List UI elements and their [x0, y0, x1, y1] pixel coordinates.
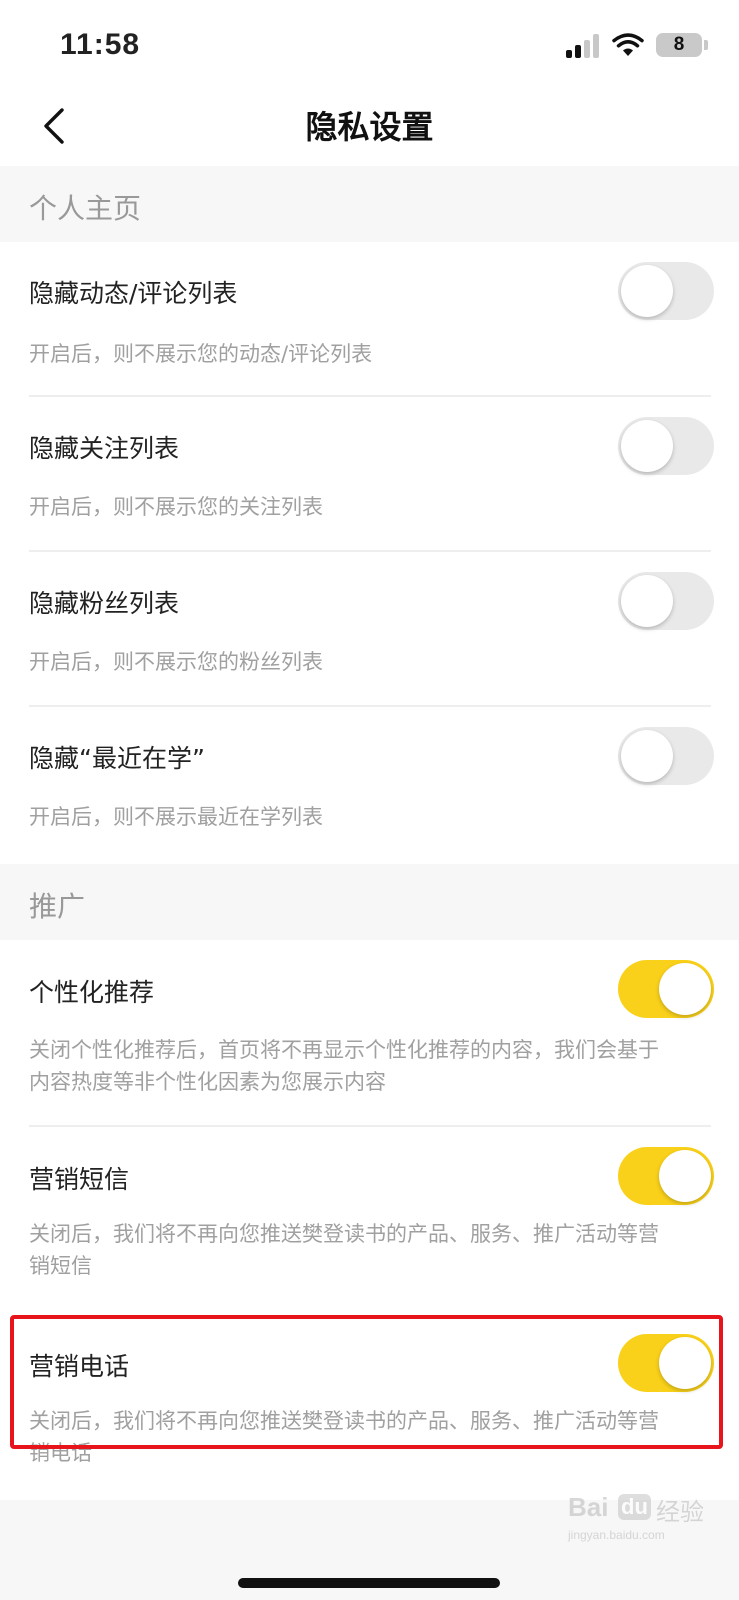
setting-title: 个性化推荐 [29, 978, 155, 1007]
toggle-personalized[interactable] [618, 960, 714, 1018]
toggle-knob [621, 265, 673, 317]
setting-title: 营销短信 [29, 1165, 130, 1194]
setting-row-hide-recent: 隐藏“最近在学” 开启后，则不展示最近在学列表 [0, 707, 739, 864]
signal-icon [566, 34, 600, 58]
setting-desc: 开启后，则不展示最近在学列表 [29, 805, 323, 829]
setting-title: 隐藏动态/评论列表 [29, 279, 238, 308]
section-header-label: 推广 [29, 890, 86, 923]
section-header-label: 个人主页 [29, 192, 142, 225]
watermark-brand-suffix: du [618, 1494, 651, 1520]
group-promotion: 个性化推荐 关闭个性化推荐后，首页将不再显示个性化推荐的内容，我们会基于 内容热… [0, 940, 739, 1500]
setting-row-hide-activity: 隐藏动态/评论列表 开启后，则不展示您的动态/评论列表 [0, 242, 739, 397]
status-bar: 11:58 8 [0, 0, 739, 88]
nav-bar: 隐私设置 [0, 88, 739, 166]
toggle-knob [659, 963, 711, 1015]
setting-row-hide-following: 隐藏关注列表 开启后，则不展示您的关注列表 [0, 397, 739, 552]
setting-row-marketing-sms: 营销短信 关闭后，我们将不再向您推送樊登读书的产品、服务、推广活动等营 销短信 [0, 1127, 739, 1314]
watermark-brand: Bai [568, 1492, 609, 1522]
toggle-knob [621, 420, 673, 472]
toggle-hide-following[interactable] [618, 417, 714, 475]
section-header-profile: 个人主页 [0, 166, 739, 242]
setting-desc: 开启后，则不展示您的关注列表 [29, 495, 323, 519]
setting-desc-line-2: 销短信 [29, 1254, 92, 1278]
toggle-marketing-sms[interactable] [618, 1147, 714, 1205]
baidu-watermark: Bai du 经验 jingyan.baidu.com [568, 1492, 718, 1548]
toggle-hide-recent[interactable] [618, 727, 714, 785]
toggle-marketing-call[interactable] [618, 1334, 714, 1392]
setting-title: 隐藏关注列表 [29, 434, 180, 463]
battery-cap [704, 40, 708, 50]
watermark-url: jingyan.baidu.com [568, 1528, 665, 1542]
setting-row-marketing-call: 营销电话 关闭后，我们将不再向您推送樊登读书的产品、服务、推广活动等营 销电话 [0, 1314, 739, 1500]
setting-desc: 开启后，则不展示您的动态/评论列表 [29, 342, 373, 366]
setting-desc-line-1: 关闭后，我们将不再向您推送樊登读书的产品、服务、推广活动等营 [29, 1222, 659, 1246]
screen: 11:58 8 隐私设置 个人主页 隐藏动态/评论列表 开启后，则不展示您的动态… [0, 0, 739, 1600]
toggle-hide-fans[interactable] [618, 572, 714, 630]
toggle-knob [621, 730, 673, 782]
toggle-knob [621, 575, 673, 627]
status-time: 11:58 [60, 28, 141, 61]
wifi-icon [612, 33, 644, 56]
toggle-knob [659, 1150, 711, 1202]
toggle-hide-activity[interactable] [618, 262, 714, 320]
setting-desc-line-1: 关闭后，我们将不再向您推送樊登读书的产品、服务、推广活动等营 [29, 1409, 659, 1433]
back-button[interactable] [30, 102, 78, 150]
group-profile: 隐藏动态/评论列表 开启后，则不展示您的动态/评论列表 隐藏关注列表 开启后，则… [0, 242, 739, 864]
setting-title: 隐藏粉丝列表 [29, 589, 180, 618]
setting-desc-line-1: 关闭个性化推荐后，首页将不再显示个性化推荐的内容，我们会基于 [29, 1038, 659, 1062]
battery-icon: 8 [656, 33, 702, 57]
setting-desc: 开启后，则不展示您的粉丝列表 [29, 650, 323, 674]
toggle-knob [659, 1337, 711, 1389]
setting-desc-line-2: 内容热度等非个性化因素为您展示内容 [29, 1070, 386, 1094]
setting-title: 隐藏“最近在学” [29, 744, 205, 773]
chevron-left-icon [44, 108, 64, 144]
setting-desc-line-2: 销电话 [29, 1441, 92, 1465]
watermark-jy: 经验 [656, 1498, 704, 1526]
setting-row-hide-fans: 隐藏粉丝列表 开启后，则不展示您的粉丝列表 [0, 552, 739, 707]
page-title: 隐私设置 [305, 108, 434, 146]
section-header-promotion: 推广 [0, 864, 739, 940]
home-indicator[interactable] [238, 1578, 500, 1588]
setting-row-personalized: 个性化推荐 关闭个性化推荐后，首页将不再显示个性化推荐的内容，我们会基于 内容热… [0, 940, 739, 1127]
setting-title: 营销电话 [29, 1352, 130, 1381]
